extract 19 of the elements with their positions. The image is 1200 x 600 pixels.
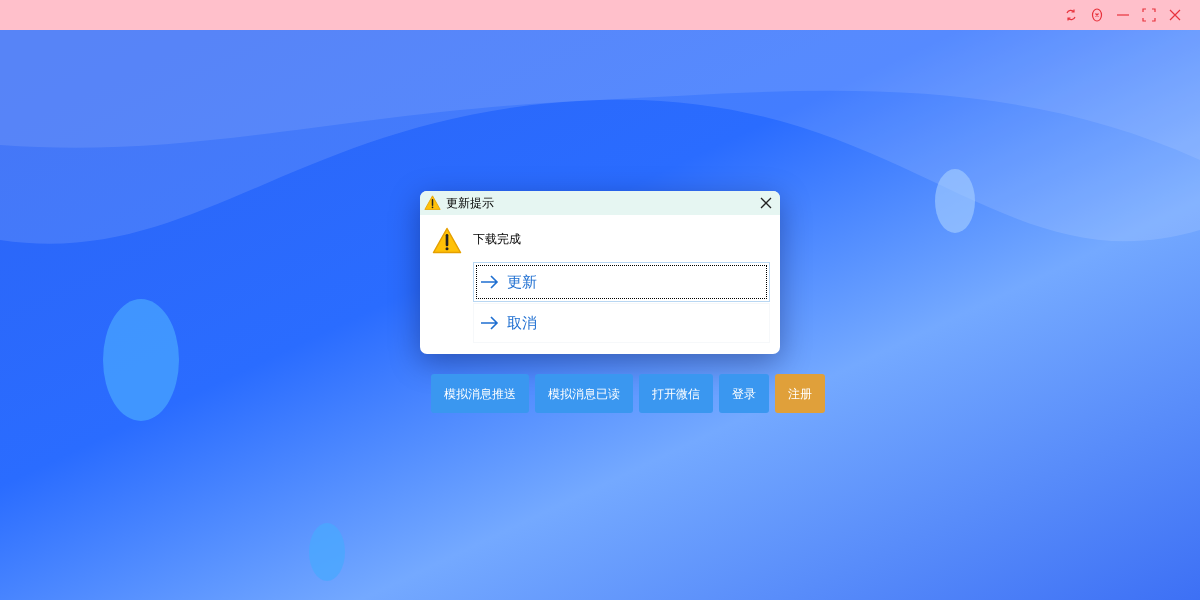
- action-button[interactable]: 模拟消息推送: [430, 374, 529, 413]
- close-icon[interactable]: [760, 197, 772, 209]
- action-button[interactable]: 注册: [774, 374, 825, 413]
- maximize-icon[interactable]: [1142, 8, 1156, 22]
- bubble: [935, 169, 975, 233]
- dialog-option[interactable]: 更新: [473, 262, 770, 302]
- dialog-title: 更新提示: [446, 195, 494, 212]
- arrow-icon: [480, 275, 499, 289]
- warning-icon: [424, 195, 441, 211]
- action-button[interactable]: 打开微信: [638, 374, 713, 413]
- arrow-icon: [480, 316, 499, 330]
- bubble: [309, 523, 345, 581]
- refresh-icon[interactable]: [1064, 8, 1078, 22]
- close-circle-icon[interactable]: [1090, 8, 1104, 22]
- action-button[interactable]: 登录: [718, 374, 769, 413]
- dialog-message: 下载完成: [473, 231, 522, 248]
- warning-icon: [432, 227, 462, 254]
- dialog-option[interactable]: 取消: [473, 303, 770, 343]
- action-button[interactable]: 模拟消息已读: [534, 374, 633, 413]
